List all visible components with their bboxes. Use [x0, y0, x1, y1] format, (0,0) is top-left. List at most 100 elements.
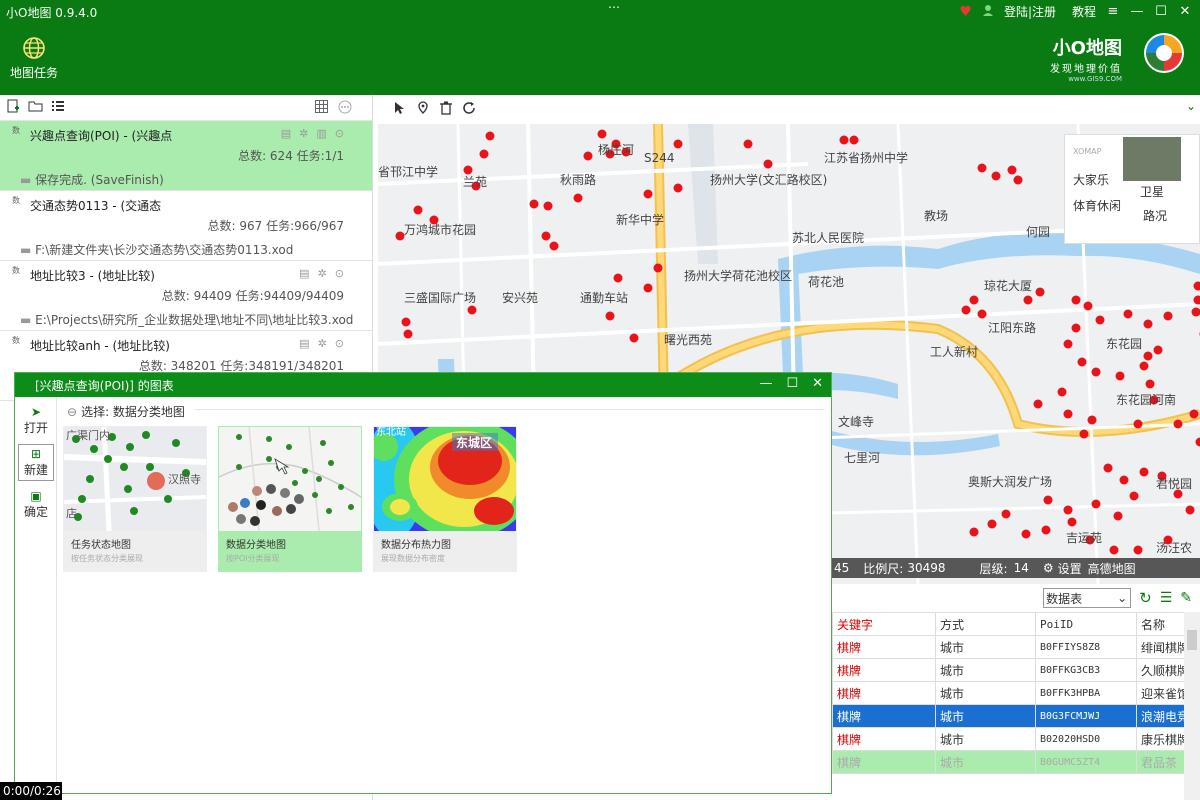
save-icon[interactable]: ▤ — [299, 267, 309, 280]
collapse-chevron-icon[interactable]: ⌄ — [1186, 99, 1196, 113]
satellite-button[interactable]: 卫星 — [1127, 183, 1177, 200]
poi-marker[interactable] — [1077, 357, 1087, 367]
poi-marker[interactable] — [549, 241, 559, 251]
poi-marker[interactable] — [763, 159, 773, 169]
poi-marker[interactable] — [1189, 409, 1199, 419]
go-icon[interactable]: ⊙ — [335, 267, 344, 280]
vertical-scrollbar[interactable] — [1184, 612, 1200, 800]
poi-marker[interactable] — [1041, 525, 1051, 535]
poi-marker[interactable] — [969, 295, 979, 305]
table-cell[interactable]: B0G3FCMJWJ — [1035, 704, 1137, 728]
poi-marker[interactable] — [485, 131, 495, 141]
poi-marker[interactable] — [1103, 463, 1113, 473]
poi-marker[interactable] — [1123, 309, 1133, 319]
collapse-circle-icon[interactable]: ⊖ — [67, 405, 77, 419]
poi-marker[interactable] — [969, 527, 979, 537]
poi-marker[interactable] — [463, 165, 473, 175]
poi-marker[interactable] — [1043, 495, 1053, 505]
poi-marker[interactable] — [1021, 529, 1031, 539]
table-cell[interactable]: 棋牌 — [832, 727, 936, 751]
table-row[interactable]: 棋牌 城市 B02020HSD0 康乐棋牌 — [832, 727, 1191, 751]
location-pin-icon[interactable] — [416, 101, 430, 118]
poi-marker[interactable] — [643, 189, 653, 199]
settings-icon[interactable]: ✲ — [318, 267, 327, 280]
table-cell[interactable]: 棋牌 — [832, 704, 936, 728]
chart-card-heatmap[interactable]: 东城区 东北站 数据分布热力图 展现数据分布密度 — [373, 426, 517, 572]
poi-marker[interactable] — [1013, 175, 1023, 185]
refresh-icon[interactable]: ↻ — [1139, 589, 1152, 607]
poi-marker[interactable] — [1083, 301, 1093, 311]
close-icon[interactable]: ✕ — [1178, 4, 1192, 19]
poi-marker[interactable] — [413, 205, 423, 215]
poi-marker[interactable] — [1145, 379, 1155, 389]
poi-marker[interactable] — [479, 149, 489, 159]
poi-marker[interactable] — [961, 305, 971, 315]
poi-marker[interactable] — [541, 231, 551, 241]
maximize-icon[interactable]: ☐ — [1154, 4, 1168, 19]
poi-marker[interactable] — [1063, 505, 1073, 515]
table-cell[interactable]: 棋牌 — [832, 658, 936, 682]
poi-marker[interactable] — [1067, 517, 1077, 527]
poi-marker[interactable] — [1063, 339, 1073, 349]
table-cell[interactable]: 城市 — [935, 727, 1036, 751]
task-item[interactable]: 数 兴趣点查询(POI) - (兴趣点 ▤ ✲ ▥ ⊙ 总数: 624 任务:1/1 … — [0, 121, 372, 191]
col-header-poiid[interactable]: PoiID — [1035, 612, 1137, 636]
poi-marker[interactable] — [1023, 295, 1033, 305]
new-button[interactable]: ⊞ 新建 — [18, 444, 54, 481]
poi-marker[interactable] — [403, 329, 413, 339]
tutorial-link[interactable]: 教程 — [1072, 3, 1096, 20]
close-icon[interactable]: ✕ — [812, 376, 823, 391]
poi-marker[interactable] — [529, 199, 539, 209]
poi-marker[interactable] — [573, 193, 583, 203]
table-cell[interactable]: 城市 — [935, 704, 1036, 728]
minimize-icon[interactable]: — — [759, 376, 772, 391]
poi-marker[interactable] — [653, 263, 663, 273]
poi-marker[interactable] — [1139, 361, 1149, 371]
confirm-button[interactable]: ▣ 确定 — [18, 487, 54, 522]
poi-marker[interactable] — [1001, 509, 1011, 519]
table-cell[interactable]: B02020HSD0 — [1035, 727, 1137, 751]
table-row[interactable]: 棋牌 城市 B0FFK3HPBA 迎来雀馆 — [832, 681, 1191, 705]
poi-marker[interactable] — [1079, 429, 1089, 439]
poi-marker[interactable] — [1133, 419, 1143, 429]
table-cell[interactable]: B0FFK3HPBA — [1035, 681, 1137, 705]
settings-link[interactable]: 设置 — [1058, 560, 1082, 577]
table-row[interactable]: 棋牌 城市 B0G3FCMJWJ 浪潮电竞 — [832, 704, 1191, 728]
table-cell[interactable]: 浪潮电竞 — [1135, 704, 1191, 728]
chart-card-task-status[interactable]: 广渠门内 汉照寺 店 任务状态地图 按任务状态分类展现 — [63, 426, 207, 572]
poi-marker[interactable] — [1143, 319, 1153, 329]
poi-marker[interactable] — [1057, 387, 1067, 397]
table-cell[interactable]: 绯闻棋牌 — [1135, 635, 1191, 659]
grid-view-icon[interactable] — [315, 100, 328, 117]
table-cell[interactable]: 棋牌 — [832, 635, 936, 659]
settings-gear-icon[interactable]: ⚙ — [1043, 561, 1054, 575]
menu-icon[interactable]: ≡ — [1106, 4, 1120, 19]
table-cell[interactable]: 城市 — [935, 635, 1036, 659]
poi-marker[interactable] — [1091, 499, 1101, 509]
satellite-thumb[interactable] — [1123, 137, 1181, 181]
poi-marker[interactable] — [743, 139, 753, 149]
col-header-mode[interactable]: 方式 — [935, 612, 1036, 636]
chart-card-data-classification[interactable]: 数据分类地图 按POI分类展现 — [218, 426, 362, 572]
col-header-name[interactable]: 名称 — [1135, 612, 1191, 636]
table-cell[interactable]: 城市 — [935, 750, 1036, 774]
poi-marker[interactable] — [583, 151, 593, 161]
poi-marker[interactable] — [977, 309, 987, 319]
table-cell[interactable]: 康乐棋牌 — [1135, 727, 1191, 751]
task-item[interactable]: 数 地址比较3 - (地址比较) ▤ ✲ ⊙ 总数: 94409 任务:94409/… — [0, 261, 372, 331]
poi-marker[interactable] — [1163, 311, 1173, 321]
poi-marker[interactable] — [643, 283, 653, 293]
poi-marker[interactable] — [977, 163, 987, 173]
table-cell[interactable]: 久顺棋牌 — [1135, 658, 1191, 682]
table-cell[interactable]: B0GUMC5ZT4 — [1035, 750, 1137, 774]
open-folder-icon[interactable] — [28, 99, 44, 116]
save-icon[interactable]: ▤ — [281, 127, 291, 140]
refresh-icon[interactable] — [462, 101, 476, 118]
poi-marker[interactable] — [1113, 511, 1123, 521]
login-link[interactable]: 登陆|注册 — [1004, 3, 1056, 20]
poi-marker[interactable] — [543, 201, 553, 211]
minimize-icon[interactable]: — — [1130, 4, 1144, 19]
poi-marker[interactable] — [1139, 467, 1149, 477]
task-item[interactable]: 数 交通态势0113 - (交通态 总数: 967 任务:966/967 ▬ F… — [0, 191, 372, 261]
poi-marker[interactable] — [467, 305, 477, 315]
